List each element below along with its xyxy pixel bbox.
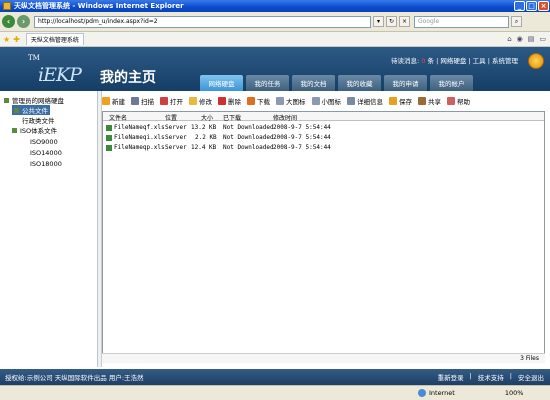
add-favorite-icon[interactable]: ✚	[13, 35, 20, 44]
details-icon	[347, 97, 355, 105]
xls-file-icon	[106, 125, 112, 131]
stop-icon[interactable]: ×	[399, 16, 410, 27]
top-links[interactable]: | 网络硬盘 | 工具 | 系统管理	[436, 57, 518, 65]
app-footer: 授权给:示例公司 天纵国际软件出品 用户:王浩然 重新登录 | 技术支持 | 安…	[0, 369, 550, 385]
logout-link[interactable]: 安全退出	[518, 372, 544, 382]
col-size[interactable]: 大小	[201, 113, 213, 122]
download-icon	[247, 97, 255, 105]
help-icon	[447, 97, 455, 105]
share-icon	[418, 97, 426, 105]
scan-icon	[131, 97, 139, 105]
close-button[interactable]: ×	[538, 1, 549, 11]
print-icon[interactable]: ▤	[528, 35, 535, 43]
window-title: 天纵文档管理系统 - Windows Internet Explorer	[14, 2, 184, 10]
page-menu-icon[interactable]: ▭	[539, 35, 546, 43]
save-button[interactable]: 保存	[389, 96, 412, 106]
col-name[interactable]: 文件名	[109, 113, 127, 122]
tree-item-admin[interactable]: 行政类文件	[22, 115, 55, 125]
edit-button[interactable]: 修改	[189, 96, 212, 106]
home-title: 我的主页	[100, 70, 156, 86]
dropdown-icon[interactable]: ▾	[373, 16, 384, 27]
col-location[interactable]: 位置	[165, 113, 177, 122]
share-button[interactable]: 共享	[418, 96, 441, 106]
tree-root[interactable]: 管理员的网络硬盘	[4, 95, 64, 105]
new-icon	[102, 97, 110, 105]
edit-icon	[189, 97, 197, 105]
xls-file-icon	[106, 145, 112, 151]
tab-my-docs[interactable]: 我的文档	[292, 75, 335, 91]
open-icon	[160, 97, 168, 105]
xls-file-icon	[106, 135, 112, 141]
refresh-icon[interactable]: ↻	[386, 16, 397, 27]
folder-icon	[14, 107, 19, 113]
footer-info: 授权给:示例公司 天纵国际软件出品 用户:王浩然	[5, 374, 144, 382]
delete-icon	[218, 97, 226, 105]
folder-tree: 管理员的网络硬盘 公共文件 行政类文件 ISO体系文件 ISO9000 ISO1…	[0, 91, 98, 367]
zoom-level[interactable]: 100%	[505, 389, 524, 397]
browser-tab-bar: ★ ✚ 天纵文档管理系统 ⌂ ◉ ▤ ▭	[0, 32, 550, 47]
col-modified[interactable]: 修改时间	[273, 113, 297, 122]
tree-item-iso9000[interactable]: ISO9000	[30, 138, 58, 146]
browser-status-bar: Internet 100%	[0, 385, 550, 400]
ie-window-icon	[3, 2, 11, 10]
download-button[interactable]: 下载	[247, 96, 270, 106]
folder-icon	[4, 97, 9, 103]
address-bar-row: ‹ › http://localhost/pdm_u/index.aspx?id…	[0, 12, 550, 32]
tree-item-iso18000[interactable]: ISO18000	[30, 160, 62, 168]
file-count-status: 3 Files	[102, 353, 545, 363]
tree-item-iso[interactable]: ISO体系文件	[12, 125, 57, 135]
feeds-icon[interactable]: ◉	[517, 35, 523, 43]
file-list-header: 文件名 位置 大小 已下载 修改时间	[103, 112, 544, 122]
table-row[interactable]: FileNameqp.xls Server 12.4 KB Not Downlo…	[103, 144, 544, 152]
file-toolbar: 新建 扫描 打开 修改 删除 下载 大图标 小图标 详细信息 保存 共享 帮助	[102, 94, 548, 108]
browser-tools: ⌂ ◉ ▤ ▭	[507, 35, 546, 43]
small-icons-button[interactable]: 小图标	[311, 96, 341, 106]
relogin-link[interactable]: 重新登录	[438, 372, 464, 382]
large-icons-button[interactable]: 大图标	[276, 96, 306, 106]
help-badge-icon[interactable]	[528, 53, 544, 69]
tab-my-requests[interactable]: 我的申请	[384, 75, 427, 91]
details-button[interactable]: 详细信息	[347, 96, 383, 106]
search-input[interactable]: Google	[414, 15, 509, 28]
app-header: TM iEKP 我的主页 待读消息: 0 条 | 网络硬盘 | 工具 | 系统管…	[0, 47, 550, 91]
tab-my-account[interactable]: 我的帐户	[430, 75, 473, 91]
security-zone: Internet	[418, 389, 455, 397]
small-icons-icon	[311, 97, 320, 105]
large-icons-icon	[276, 97, 284, 105]
tab-my-tasks[interactable]: 我的任务	[246, 75, 289, 91]
folder-icon	[12, 127, 17, 133]
open-button[interactable]: 打开	[160, 96, 183, 106]
delete-button[interactable]: 删除	[218, 96, 241, 106]
top-message-bar: 待读消息: 0 条 | 网络硬盘 | 工具 | 系统管理	[391, 57, 518, 65]
save-icon	[389, 97, 397, 105]
main-nav-tabs: 网络硬盘 我的任务 我的文档 我的收藏 我的申请 我的帐户	[200, 75, 473, 91]
tree-item-public[interactable]: 公共文件	[12, 105, 50, 115]
globe-icon	[418, 389, 426, 397]
address-field[interactable]: http://localhost/pdm_u/index.aspx?id=2	[34, 15, 371, 28]
table-row[interactable]: FileNameqi.xls Server 2.2 KB Not Downloa…	[103, 134, 544, 142]
unread-count[interactable]: 0	[421, 57, 425, 65]
window-titlebar: 天纵文档管理系统 - Windows Internet Explorer _ □…	[0, 0, 550, 12]
home-icon[interactable]: ⌂	[507, 35, 511, 43]
tab-network-disk[interactable]: 网络硬盘	[200, 75, 243, 91]
tree-item-iso14000[interactable]: ISO14000	[30, 149, 62, 157]
footer-links: 重新登录 | 技术支持 | 安全退出	[437, 372, 544, 382]
scan-button[interactable]: 扫描	[131, 96, 154, 106]
table-row[interactable]: FileNameqf.xls Server 13.2 KB Not Downlo…	[103, 124, 544, 132]
tab-my-favorites[interactable]: 我的收藏	[338, 75, 381, 91]
forward-button[interactable]: ›	[17, 15, 30, 28]
back-button[interactable]: ‹	[2, 15, 15, 28]
new-button[interactable]: 新建	[102, 96, 125, 106]
help-button[interactable]: 帮助	[447, 96, 470, 106]
maximize-button[interactable]: □	[526, 1, 537, 11]
support-link[interactable]: 技术支持	[478, 372, 504, 382]
browser-tab[interactable]: 天纵文档管理系统	[25, 33, 84, 45]
search-icon[interactable]: ⌕	[511, 16, 522, 27]
file-list: 文件名 位置 大小 已下载 修改时间 FileNameqf.xls Server…	[102, 111, 545, 363]
minimize-button[interactable]: _	[514, 1, 525, 11]
col-downloaded[interactable]: 已下载	[223, 113, 241, 122]
favorites-star-icon[interactable]: ★	[3, 35, 10, 44]
